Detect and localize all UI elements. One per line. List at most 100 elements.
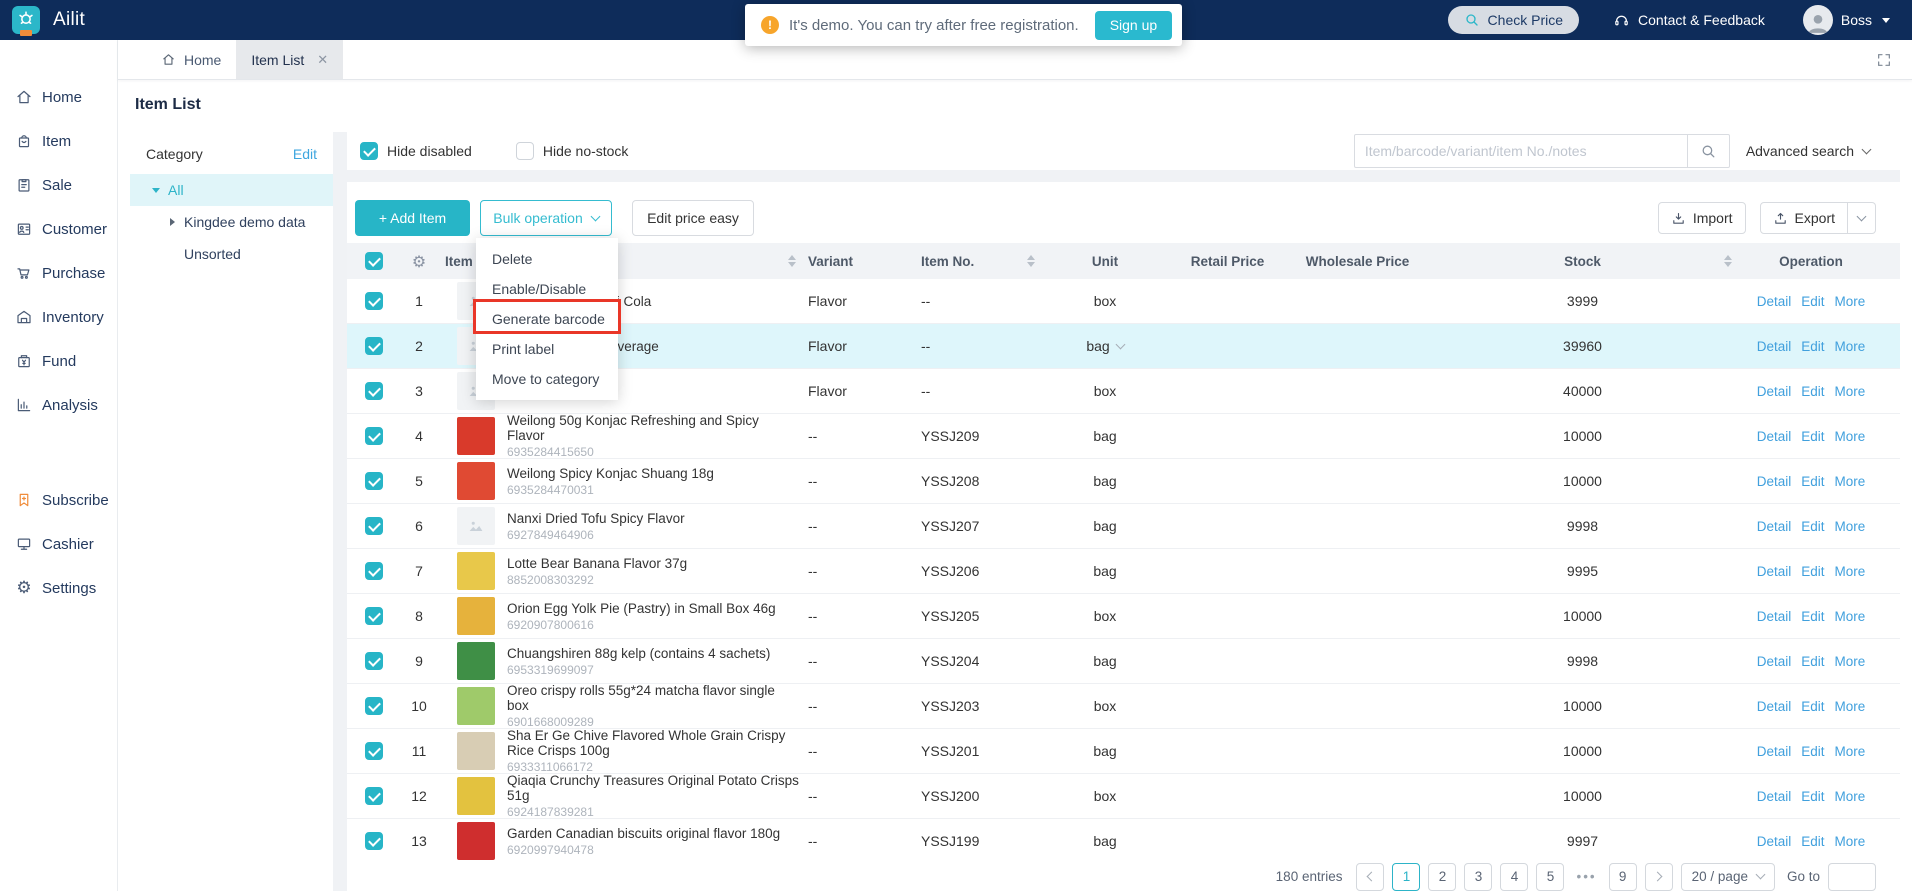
more-link[interactable]: More: [1835, 519, 1866, 534]
row-checkbox[interactable]: [365, 472, 383, 490]
more-link[interactable]: More: [1835, 294, 1866, 309]
hide-disabled-filter[interactable]: Hide disabled: [360, 142, 472, 160]
category-item-unsorted[interactable]: Unsorted: [130, 238, 333, 270]
more-link[interactable]: More: [1835, 609, 1866, 624]
edit-link[interactable]: Edit: [1801, 384, 1824, 399]
row-checkbox[interactable]: [365, 652, 383, 670]
caret-down-icon[interactable]: [152, 188, 160, 193]
row-checkbox[interactable]: [365, 382, 383, 400]
sort-stock[interactable]: [1724, 255, 1732, 267]
detail-link[interactable]: Detail: [1757, 834, 1792, 849]
edit-link[interactable]: Edit: [1801, 294, 1824, 309]
row-checkbox[interactable]: [365, 562, 383, 580]
sidebar-item-subscribe[interactable]: Subscribe: [0, 478, 117, 522]
page-button-4[interactable]: 4: [1500, 863, 1528, 891]
column-settings-gear-icon[interactable]: ⚙: [412, 252, 426, 271]
sidebar-item-item[interactable]: Item: [0, 119, 117, 163]
edit-link[interactable]: Edit: [1801, 429, 1824, 444]
menu-item-print-label[interactable]: Print label: [476, 334, 618, 364]
hide-disabled-checkbox[interactable]: [360, 142, 378, 160]
edit-link[interactable]: Edit: [1801, 744, 1824, 759]
next-page-button[interactable]: [1645, 863, 1673, 891]
edit-link[interactable]: Edit: [1801, 474, 1824, 489]
advanced-search-toggle[interactable]: Advanced search: [1746, 143, 1870, 159]
detail-link[interactable]: Detail: [1757, 474, 1792, 489]
page-jump-dots[interactable]: •••: [1572, 863, 1600, 891]
sidebar-item-purchase[interactable]: Purchase: [0, 251, 117, 295]
row-checkbox[interactable]: [365, 337, 383, 355]
export-dropdown-button[interactable]: [1848, 202, 1876, 234]
sort-item[interactable]: [788, 255, 796, 267]
sidebar-item-analysis[interactable]: Analysis: [0, 383, 117, 427]
more-link[interactable]: More: [1835, 789, 1866, 804]
sidebar-item-sale[interactable]: Sale: [0, 163, 117, 207]
row-checkbox[interactable]: [365, 742, 383, 760]
contact-feedback-button[interactable]: Contact & Feedback: [1613, 12, 1765, 29]
row-checkbox[interactable]: [365, 787, 383, 805]
edit-link[interactable]: Edit: [1801, 564, 1824, 579]
search-button[interactable]: [1688, 134, 1730, 168]
detail-link[interactable]: Detail: [1757, 744, 1792, 759]
detail-link[interactable]: Detail: [1757, 789, 1792, 804]
page-button-9[interactable]: 9: [1609, 863, 1637, 891]
bulk-operation-button[interactable]: Bulk operation: [480, 200, 612, 236]
tab-item-list[interactable]: Item List ✕: [236, 40, 343, 79]
row-checkbox[interactable]: [365, 607, 383, 625]
detail-link[interactable]: Detail: [1757, 384, 1792, 399]
more-link[interactable]: More: [1835, 699, 1866, 714]
unit-dropdown-icon[interactable]: [1115, 339, 1125, 349]
edit-link[interactable]: Edit: [1801, 834, 1824, 849]
more-link[interactable]: More: [1835, 474, 1866, 489]
export-button[interactable]: Export: [1760, 202, 1848, 234]
detail-link[interactable]: Detail: [1757, 654, 1792, 669]
detail-link[interactable]: Detail: [1757, 519, 1792, 534]
sidebar-item-cashier[interactable]: Cashier: [0, 522, 117, 566]
sort-item-no[interactable]: [1027, 255, 1035, 267]
goto-page-input[interactable]: [1828, 863, 1876, 891]
menu-item-delete[interactable]: Delete: [476, 244, 618, 274]
page-size-select[interactable]: 20 / page: [1681, 863, 1775, 891]
search-input[interactable]: [1354, 134, 1688, 168]
edit-link[interactable]: Edit: [1801, 654, 1824, 669]
detail-link[interactable]: Detail: [1757, 294, 1792, 309]
prev-page-button[interactable]: [1356, 863, 1384, 891]
page-button-3[interactable]: 3: [1464, 863, 1492, 891]
sidebar-item-fund[interactable]: Fund: [0, 339, 117, 383]
page-button-2[interactable]: 2: [1428, 863, 1456, 891]
hide-no-stock-checkbox[interactable]: [516, 142, 534, 160]
sidebar-item-home[interactable]: Home: [0, 75, 117, 119]
detail-link[interactable]: Detail: [1757, 339, 1792, 354]
more-link[interactable]: More: [1835, 564, 1866, 579]
hide-no-stock-filter[interactable]: Hide no-stock: [516, 142, 629, 160]
category-item-kingdee-demo-data[interactable]: Kingdee demo data: [130, 206, 333, 238]
sidebar-item-customer[interactable]: Customer: [0, 207, 117, 251]
add-item-button[interactable]: + Add Item: [355, 200, 470, 236]
category-edit-link[interactable]: Edit: [293, 146, 317, 162]
detail-link[interactable]: Detail: [1757, 699, 1792, 714]
row-checkbox[interactable]: [365, 517, 383, 535]
edit-link[interactable]: Edit: [1801, 789, 1824, 804]
detail-link[interactable]: Detail: [1757, 564, 1792, 579]
edit-link[interactable]: Edit: [1801, 339, 1824, 354]
more-link[interactable]: More: [1835, 339, 1866, 354]
detail-link[interactable]: Detail: [1757, 429, 1792, 444]
page-button-5[interactable]: 5: [1536, 863, 1564, 891]
edit-price-easy-button[interactable]: Edit price easy: [632, 200, 754, 236]
menu-item-move-to-category[interactable]: Move to category: [476, 364, 618, 394]
row-checkbox[interactable]: [365, 427, 383, 445]
sign-up-button[interactable]: Sign up: [1095, 11, 1172, 40]
category-item-all[interactable]: All: [130, 174, 333, 206]
caret-right-icon[interactable]: [170, 218, 175, 226]
expand-icon[interactable]: [1876, 52, 1892, 68]
row-checkbox[interactable]: [365, 292, 383, 310]
edit-link[interactable]: Edit: [1801, 609, 1824, 624]
more-link[interactable]: More: [1835, 429, 1866, 444]
sidebar-item-inventory[interactable]: Inventory: [0, 295, 117, 339]
detail-link[interactable]: Detail: [1757, 609, 1792, 624]
close-icon[interactable]: ✕: [317, 52, 328, 68]
sidebar-item-settings[interactable]: ⚙Settings: [0, 566, 117, 610]
row-checkbox[interactable]: [365, 832, 383, 850]
check-price-button[interactable]: Check Price: [1448, 6, 1579, 34]
user-menu[interactable]: Boss: [1803, 5, 1890, 35]
edit-link[interactable]: Edit: [1801, 519, 1824, 534]
